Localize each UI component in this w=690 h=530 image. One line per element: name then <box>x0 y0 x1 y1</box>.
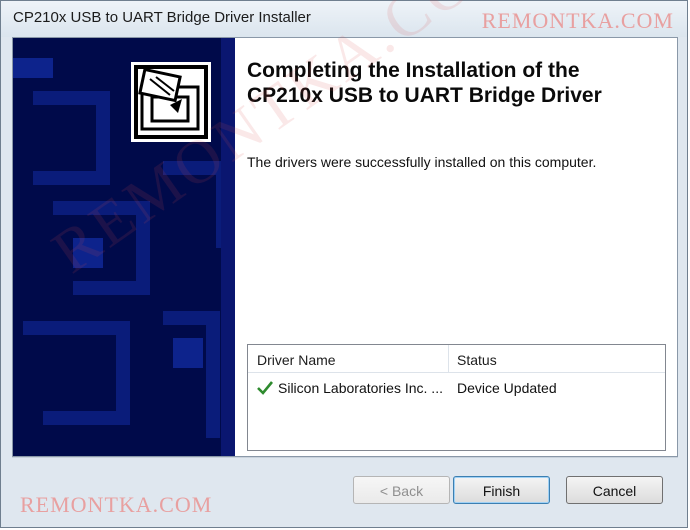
success-message: The drivers were successfully installed … <box>247 154 597 170</box>
watermark-bottom: REMONTKA.COM <box>20 492 213 517</box>
cancel-button[interactable]: Cancel <box>566 476 663 504</box>
driver-list[interactable]: Driver Name Status Silicon Laboratories … <box>247 344 666 451</box>
watermark-top: REMONTKA.COM <box>481 8 674 33</box>
driver-name-cell: Silicon Laboratories Inc. ... <box>278 380 443 396</box>
window-title: CP210x USB to UART Bridge Driver Install… <box>13 9 311 26</box>
footer-divider <box>12 457 678 458</box>
list-item[interactable]: Silicon Laboratories Inc. ... Device Upd… <box>248 377 665 399</box>
column-divider[interactable] <box>448 345 449 373</box>
check-icon <box>256 380 274 396</box>
column-header-driver-name[interactable]: Driver Name <box>257 352 336 368</box>
back-button[interactable]: < Back <box>353 476 450 504</box>
driver-status-cell: Device Updated <box>457 380 557 396</box>
column-header-status[interactable]: Status <box>457 352 497 368</box>
list-header: Driver Name Status <box>248 345 665 373</box>
finish-button[interactable]: Finish <box>453 476 550 504</box>
